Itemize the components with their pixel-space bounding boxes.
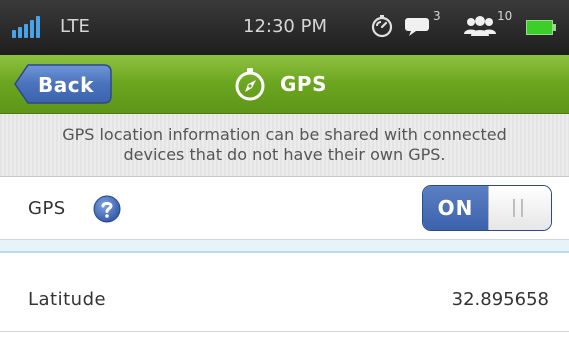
battery-icon bbox=[526, 20, 556, 35]
latitude-row: Latitude 32.895658 bbox=[0, 253, 569, 332]
latitude-value: 32.895658 bbox=[451, 289, 549, 310]
back-label: Back bbox=[38, 73, 94, 97]
gps-toggle[interactable]: ON bbox=[422, 185, 552, 231]
people-group-icon bbox=[464, 16, 496, 36]
section-separator bbox=[0, 240, 569, 253]
signal-bars-icon bbox=[12, 14, 40, 38]
info-banner: GPS location information can be shared w… bbox=[0, 114, 569, 177]
page-title: GPS bbox=[280, 72, 327, 96]
next-row bbox=[0, 332, 569, 343]
toggle-grip-icon bbox=[513, 199, 523, 217]
nav-title-group: GPS bbox=[232, 65, 327, 103]
latitude-label: Latitude bbox=[28, 289, 107, 310]
gps-screen: LTE 12:30 PM 3 10 Back GPS GPS location … bbox=[0, 0, 569, 343]
gps-setting-row: GPS ON bbox=[0, 178, 569, 240]
toggle-on-label: ON bbox=[423, 186, 488, 230]
toggle-knob[interactable] bbox=[488, 186, 551, 230]
message-count: 3 bbox=[433, 9, 441, 23]
status-bar: LTE 12:30 PM 3 10 bbox=[0, 0, 569, 55]
gps-label: GPS bbox=[28, 198, 66, 219]
info-text-line-1: GPS location information can be shared w… bbox=[62, 125, 507, 144]
connected-count: 10 bbox=[497, 9, 513, 23]
help-icon[interactable] bbox=[93, 195, 121, 223]
compass-icon bbox=[235, 68, 265, 101]
status-time: 12:30 PM bbox=[243, 16, 327, 37]
message-bubble-icon bbox=[405, 18, 429, 36]
stopwatch-icon bbox=[371, 15, 393, 38]
info-text-line-2: devices that do not have their own GPS. bbox=[123, 145, 446, 164]
back-button[interactable]: Back bbox=[14, 64, 112, 104]
network-type: LTE bbox=[60, 16, 90, 37]
nav-bar: Back GPS bbox=[0, 55, 569, 114]
